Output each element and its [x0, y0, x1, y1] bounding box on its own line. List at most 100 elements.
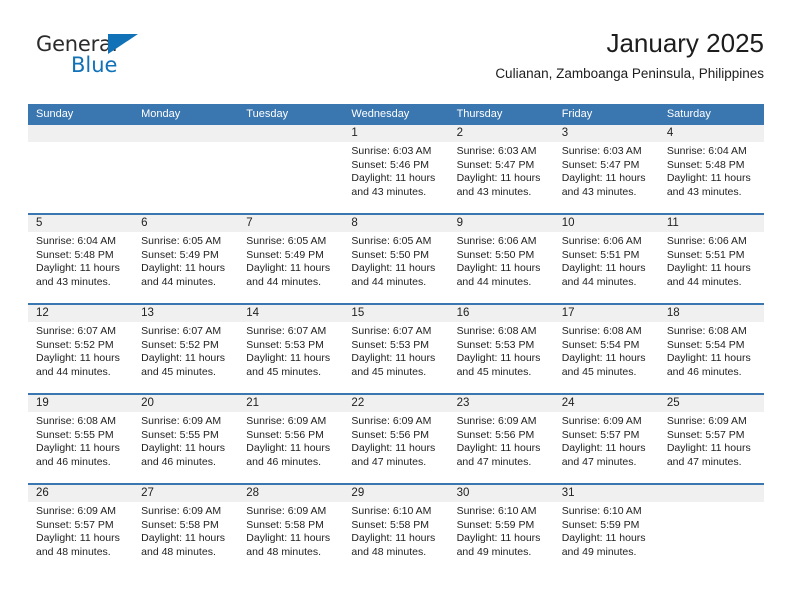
day-details: Sunrise: 6:09 AM Sunset: 5:58 PM Daylight:… [238, 502, 343, 559]
weekday-header-sunday: Sunday [36, 108, 74, 120]
weekday-header-wednesday: Wednesday [351, 108, 410, 120]
day-cell-8[interactable]: 8 Sunrise: 6:05 AM Sunset: 5:50 PM Daylight… [343, 215, 449, 303]
sunset-text: Sunset: 5:58 PM [351, 518, 430, 531]
day-details: Sunrise: 6:05 AM Sunset: 5:50 PM Daylight:… [343, 232, 448, 289]
day-number: 25 [666, 397, 680, 409]
daylight-text: Daylight: 11 hours and 44 minutes. [246, 262, 331, 288]
day-cell-12[interactable]: 12 Sunrise: 6:07 AM Sunset: 5:52 PM Dayligh… [28, 305, 134, 393]
day-cell-23[interactable]: 23 Sunrise: 6:09 AM Sunset: 5:56 PM Dayligh… [448, 395, 554, 483]
day-cell-4[interactable]: 4 Sunrise: 6:04 AM Sunset: 5:48 PM Daylight… [658, 125, 764, 213]
day-details: Sunrise: 6:10 AM Sunset: 5:59 PM Daylight:… [449, 502, 554, 559]
sunset-text: Sunset: 5:52 PM [36, 338, 114, 351]
calendar-week-row: 19 Sunrise: 6:08 AM Sunset: 5:55 PM Dayligh… [28, 393, 764, 483]
day-cell-13[interactable]: 13 Sunrise: 6:07 AM Sunset: 5:52 PM Dayligh… [133, 305, 239, 393]
daylight-text: Daylight: 11 hours and 43 minutes. [351, 172, 436, 198]
day-number-band: 7 [238, 215, 344, 232]
day-cell-30[interactable]: 30 Sunrise: 6:10 AM Sunset: 5:59 PM Dayligh… [448, 485, 554, 573]
day-cell-14[interactable]: 14 Sunrise: 6:07 AM Sunset: 5:53 PM Dayligh… [238, 305, 344, 393]
day-cell-11[interactable]: 11 Sunrise: 6:06 AM Sunset: 5:51 PM Dayligh… [658, 215, 764, 303]
daylight-text: Daylight: 11 hours and 44 minutes. [666, 262, 751, 288]
day-cell-15[interactable]: 15 Sunrise: 6:07 AM Sunset: 5:53 PM Dayligh… [343, 305, 449, 393]
sunset-text: Sunset: 5:56 PM [351, 428, 430, 441]
sunrise-text: Sunrise: 6:09 AM [456, 415, 537, 427]
daylight-text: Daylight: 11 hours and 46 minutes. [666, 352, 751, 378]
day-cell-3[interactable]: 3 Sunrise: 6:03 AM Sunset: 5:47 PM Daylight… [553, 125, 659, 213]
day-number-band: 13 [133, 305, 239, 322]
day-details: Sunrise: 6:08 AM Sunset: 5:54 PM Daylight:… [554, 322, 659, 379]
sunset-text: Sunset: 5:50 PM [456, 248, 535, 261]
sunset-text: Sunset: 5:51 PM [561, 248, 640, 261]
daylight-text: Daylight: 11 hours and 44 minutes. [36, 352, 120, 378]
day-number: 20 [141, 397, 154, 409]
sunrise-text: Sunrise: 6:08 AM [36, 415, 116, 427]
day-cell-22[interactable]: 22 Sunrise: 6:09 AM Sunset: 5:56 PM Dayligh… [343, 395, 449, 483]
day-details: Sunrise: 6:09 AM Sunset: 5:57 PM Daylight:… [28, 502, 133, 559]
day-number: 8 [351, 217, 358, 229]
sunrise-text: Sunrise: 6:06 AM [561, 235, 642, 247]
logo-text-blue: Blue [71, 53, 118, 77]
sunset-text: Sunset: 5:49 PM [141, 248, 219, 261]
weekday-header-tuesday: Tuesday [246, 108, 289, 120]
day-cell-26[interactable]: 26 Sunrise: 6:09 AM Sunset: 5:57 PM Dayligh… [28, 485, 134, 573]
day-number-band: 15 [343, 305, 449, 322]
sunset-text: Sunset: 5:57 PM [561, 428, 640, 441]
sunset-text: Sunset: 5:51 PM [666, 248, 745, 261]
day-number: 26 [36, 487, 49, 499]
day-details: Sunrise: 6:08 AM Sunset: 5:55 PM Daylight:… [28, 412, 133, 469]
day-cell-19[interactable]: 19 Sunrise: 6:08 AM Sunset: 5:55 PM Dayligh… [28, 395, 134, 483]
day-cell-5[interactable]: 5 Sunrise: 6:04 AM Sunset: 5:48 PM Daylight… [28, 215, 134, 303]
generalblue-logo[interactable]: General Blue [36, 32, 156, 84]
sunrise-text: Sunrise: 6:07 AM [141, 325, 222, 337]
day-cell-10[interactable]: 10 Sunrise: 6:06 AM Sunset: 5:51 PM Dayligh… [553, 215, 659, 303]
day-number-band [238, 125, 344, 142]
day-cell-empty [658, 485, 764, 573]
day-number: 5 [36, 217, 43, 229]
day-details: Sunrise: 6:06 AM Sunset: 5:51 PM Daylight:… [554, 232, 659, 289]
day-details: Sunrise: 6:09 AM Sunset: 5:55 PM Daylight:… [133, 412, 238, 469]
day-cell-31[interactable]: 31 Sunrise: 6:10 AM Sunset: 5:59 PM Dayligh… [553, 485, 659, 573]
day-number: 1 [351, 127, 358, 139]
day-number-band: 23 [448, 395, 554, 412]
sunrise-text: Sunrise: 6:10 AM [456, 505, 537, 517]
day-cell-20[interactable]: 20 Sunrise: 6:09 AM Sunset: 5:55 PM Dayligh… [133, 395, 239, 483]
day-number-band: 9 [448, 215, 554, 232]
day-number-band: 5 [28, 215, 134, 232]
day-number: 23 [456, 397, 470, 409]
sunset-text: Sunset: 5:48 PM [36, 248, 114, 261]
sunset-text: Sunset: 5:54 PM [666, 338, 745, 351]
day-number: 28 [246, 487, 260, 499]
day-cell-29[interactable]: 29 Sunrise: 6:10 AM Sunset: 5:58 PM Dayligh… [343, 485, 449, 573]
day-number: 10 [561, 217, 575, 229]
day-number: 27 [141, 487, 154, 499]
daylight-text: Daylight: 11 hours and 46 minutes. [36, 442, 120, 468]
day-cell-16[interactable]: 16 Sunrise: 6:08 AM Sunset: 5:53 PM Dayligh… [448, 305, 554, 393]
day-number: 30 [456, 487, 470, 499]
sunrise-text: Sunrise: 6:09 AM [246, 505, 327, 517]
day-number: 4 [666, 127, 674, 139]
day-cell-6[interactable]: 6 Sunrise: 6:05 AM Sunset: 5:49 PM Daylight… [133, 215, 239, 303]
day-cell-28[interactable]: 28 Sunrise: 6:09 AM Sunset: 5:58 PM Dayligh… [238, 485, 344, 573]
day-cell-21[interactable]: 21 Sunrise: 6:09 AM Sunset: 5:56 PM Dayligh… [238, 395, 344, 483]
day-cell-2[interactable]: 2 Sunrise: 6:03 AM Sunset: 5:47 PM Daylight… [448, 125, 554, 213]
day-cell-25[interactable]: 25 Sunrise: 6:09 AM Sunset: 5:57 PM Dayligh… [658, 395, 764, 483]
day-cell-17[interactable]: 17 Sunrise: 6:08 AM Sunset: 5:54 PM Dayligh… [553, 305, 659, 393]
day-cell-9[interactable]: 9 Sunrise: 6:06 AM Sunset: 5:50 PM Daylight… [448, 215, 554, 303]
daylight-text: Daylight: 11 hours and 49 minutes. [561, 532, 646, 558]
daylight-text: Daylight: 11 hours and 43 minutes. [561, 172, 646, 198]
day-details: Sunrise: 6:03 AM Sunset: 5:46 PM Daylight:… [343, 142, 448, 199]
day-cell-7[interactable]: 7 Sunrise: 6:05 AM Sunset: 5:49 PM Daylight… [238, 215, 344, 303]
weekday-header-saturday: Saturday [666, 108, 711, 120]
sunset-text: Sunset: 5:48 PM [666, 158, 745, 171]
day-details: Sunrise: 6:09 AM Sunset: 5:57 PM Daylight:… [554, 412, 659, 469]
location-subtitle: Culianan, Zamboanga Peninsula, Philippin… [495, 66, 764, 81]
daylight-text: Daylight: 11 hours and 47 minutes. [351, 442, 436, 468]
day-cell-24[interactable]: 24 Sunrise: 6:09 AM Sunset: 5:57 PM Dayligh… [553, 395, 659, 483]
day-cell-18[interactable]: 18 Sunrise: 6:08 AM Sunset: 5:54 PM Dayligh… [658, 305, 764, 393]
day-cell-27[interactable]: 27 Sunrise: 6:09 AM Sunset: 5:58 PM Dayligh… [133, 485, 239, 573]
day-number: 31 [561, 487, 575, 499]
day-cell-1[interactable]: 1 Sunrise: 6:03 AM Sunset: 5:46 PM Daylight… [343, 125, 449, 213]
daylight-text: Daylight: 11 hours and 44 minutes. [141, 262, 225, 288]
sunset-text: Sunset: 5:59 PM [456, 518, 535, 531]
day-number-band: 14 [238, 305, 344, 322]
sunrise-text: Sunrise: 6:07 AM [351, 325, 432, 337]
